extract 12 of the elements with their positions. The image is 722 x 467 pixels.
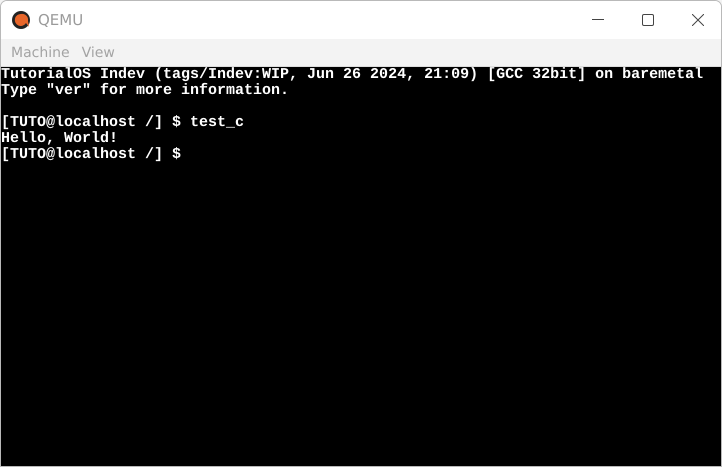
- maximize-icon: [642, 14, 654, 26]
- close-icon: [692, 14, 704, 26]
- menu-item[interactable]: View: [76, 44, 121, 60]
- terminal-line: Type "ver" for more information.: [1, 83, 290, 99]
- menu-item[interactable]: Machine: [5, 44, 76, 60]
- terminal-line: TutorialOS Indev (tags/Indev:WIP, Jun 26 2024, 21:09) [GCC 32bit] on baremetal: [1, 67, 704, 83]
- logo-icon: [11, 10, 31, 30]
- terminal-line: [TUTO@localhost /] $: [1, 147, 182, 163]
- minimize-icon: [592, 19, 604, 21]
- terminal-line: Hello, World!: [1, 131, 120, 147]
- terminal-line: [TUTO@localhost /] $ test_c: [1, 115, 246, 131]
- window-title: QEMU: [38, 11, 84, 29]
